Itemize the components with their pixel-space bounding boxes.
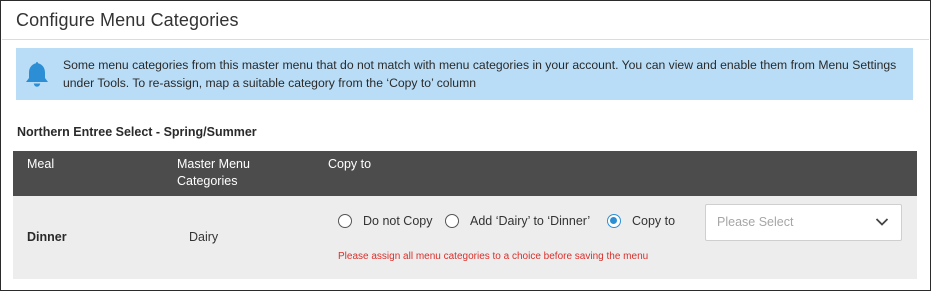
menu-name: Northern Entree Select - Spring/Summer bbox=[17, 125, 257, 139]
category-select[interactable]: Please Select bbox=[705, 204, 902, 241]
bell-icon bbox=[26, 62, 48, 87]
radio-do-not-copy[interactable] bbox=[338, 214, 352, 228]
table-row: Dinner Dairy Do not Copy Add ‘Dairy’ to … bbox=[13, 196, 917, 279]
option-do-not-copy[interactable]: Do not Copy bbox=[338, 214, 432, 228]
chevron-down-icon bbox=[875, 218, 889, 226]
info-banner: Some menu categories from this master me… bbox=[16, 48, 913, 100]
column-header-meal: Meal bbox=[27, 157, 55, 171]
title-divider bbox=[2, 39, 929, 40]
option-label: Do not Copy bbox=[363, 214, 433, 228]
column-header-copy-to: Copy to bbox=[328, 157, 372, 171]
validation-error: Please assign all menu categories to a c… bbox=[338, 251, 649, 262]
option-label: Copy to bbox=[632, 214, 676, 228]
option-label: Add ‘Dairy’ to ‘Dinner’ bbox=[470, 214, 591, 228]
configure-menu-categories-dialog: Configure Menu Categories Some menu cate… bbox=[0, 0, 931, 291]
meal-cell: Dinner bbox=[27, 230, 67, 244]
table-header: Meal Master Menu Categories Copy to bbox=[13, 151, 917, 196]
radio-copy-to[interactable] bbox=[607, 214, 621, 228]
option-copy-to[interactable]: Copy to bbox=[607, 214, 675, 228]
master-category-cell: Dairy bbox=[189, 230, 219, 244]
radio-add-dairy-to-dinner[interactable] bbox=[445, 214, 459, 228]
info-message: Some menu categories from this master me… bbox=[63, 58, 897, 90]
select-placeholder: Please Select bbox=[717, 215, 794, 229]
column-header-master-menu-categories: Master Menu Categories bbox=[177, 157, 250, 188]
option-add-dairy-to-dinner[interactable]: Add ‘Dairy’ to ‘Dinner’ bbox=[445, 214, 590, 228]
dialog-title: Configure Menu Categories bbox=[16, 10, 239, 30]
